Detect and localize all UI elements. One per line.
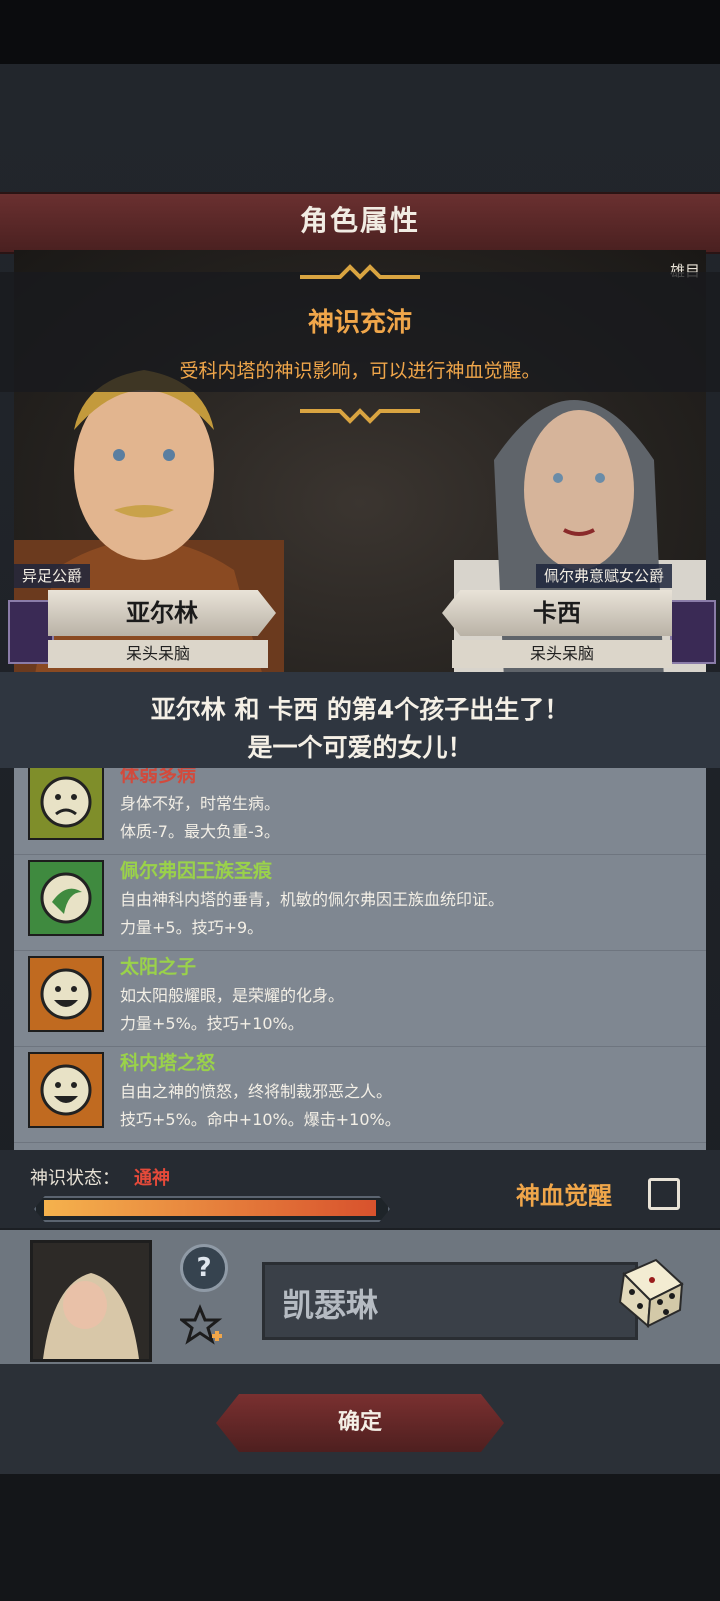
- announcement-line-1: 亚尔林 和 卡西 的第4个孩子出生了！: [150, 695, 570, 724]
- father-trait: 呆头呆脑: [48, 640, 268, 668]
- dice-icon[interactable]: [612, 1254, 688, 1330]
- list-item[interactable]: 体弱多病 身体不好，时常生病。 体质-7。最大负重-3。: [14, 768, 706, 855]
- notice-description: 受科内塔的神识影响，可以进行神血觉醒。: [179, 360, 541, 382]
- confirm-button[interactable]: 确定: [216, 1394, 504, 1452]
- trait-name: 体弱多病: [120, 768, 197, 786]
- page-title: 角色属性: [299, 204, 420, 237]
- smile-face-icon: [28, 1052, 104, 1128]
- father-title: 异足公爵: [14, 564, 91, 588]
- list-item[interactable]: 佩尔弗因王族圣痕 自由神科内塔的垂青，机敏的佩尔弗因王族血统印证。 力量+5。技…: [14, 854, 706, 951]
- help-icon[interactable]: ?: [180, 1244, 228, 1292]
- trait-description: 自由之神的愤怒，终将制裁邪恶之人。: [120, 1082, 393, 1101]
- bottom-area: [0, 1474, 720, 1601]
- child-portrait: [30, 1240, 152, 1362]
- awaken-label[interactable]: 神血觉醒: [516, 1176, 612, 1211]
- father-name[interactable]: 亚尔林: [48, 590, 276, 636]
- trait-name: 太阳之子: [120, 956, 197, 978]
- ornament-bottom-icon: [300, 408, 420, 424]
- trait-name: 佩尔弗因王族圣痕: [120, 860, 273, 882]
- list-item[interactable]: 科内塔之怒 自由之神的愤怒，终将制裁邪恶之人。 技巧+5%。命中+10%。爆击+…: [14, 1046, 706, 1143]
- crescent-swirl-icon: [28, 860, 104, 936]
- trait-stats: 力量+5。技巧+9。: [120, 918, 264, 937]
- ornament-top-icon: [300, 264, 420, 280]
- list-item[interactable]: 太阳之子 如太阳般耀眼，是荣耀的化身。 力量+5%。技巧+10%。: [14, 950, 706, 1047]
- star-add-icon[interactable]: [180, 1304, 224, 1348]
- mother-trait: 呆头呆脑: [452, 640, 672, 668]
- announcement-line-2: 是一个可爱的女儿！: [247, 733, 473, 762]
- trait-name: 科内塔之怒: [120, 1052, 216, 1074]
- child-name-value: 凯瑟琳: [282, 1286, 379, 1324]
- trait-stats: 技巧+5%。命中+10%。爆击+10%。: [120, 1110, 401, 1129]
- trait-description: 身体不好，时常生病。: [120, 794, 281, 813]
- trait-description: 如太阳般耀眼，是荣耀的化身。: [120, 986, 345, 1005]
- sad-face-icon: [28, 768, 104, 840]
- notice-title: 神识充沛: [307, 308, 412, 338]
- divine-status-label: 神识状态：: [30, 1168, 120, 1189]
- mother-title: 佩尔弗意赋女公爵: [536, 564, 673, 588]
- trait-stats: 力量+5%。技巧+10%。: [120, 1014, 304, 1033]
- status-bar: [0, 0, 720, 64]
- trait-description: 自由神科内塔的垂青，机敏的佩尔弗因王族血统印证。: [120, 890, 505, 909]
- awaken-checkbox[interactable]: [648, 1178, 680, 1210]
- trait-list[interactable]: 体弱多病 身体不好，时常生病。 体质-7。最大负重-3。 佩尔弗因王族圣痕 自由…: [14, 768, 706, 1150]
- mother-name[interactable]: 卡西: [442, 590, 672, 636]
- smile-face-icon: [28, 956, 104, 1032]
- trait-stats: 体质-7。最大负重-3。: [120, 822, 280, 841]
- mother-crest-icon: [670, 600, 716, 664]
- divine-status-fill: [44, 1200, 376, 1216]
- divine-status-value: 通神: [134, 1168, 170, 1189]
